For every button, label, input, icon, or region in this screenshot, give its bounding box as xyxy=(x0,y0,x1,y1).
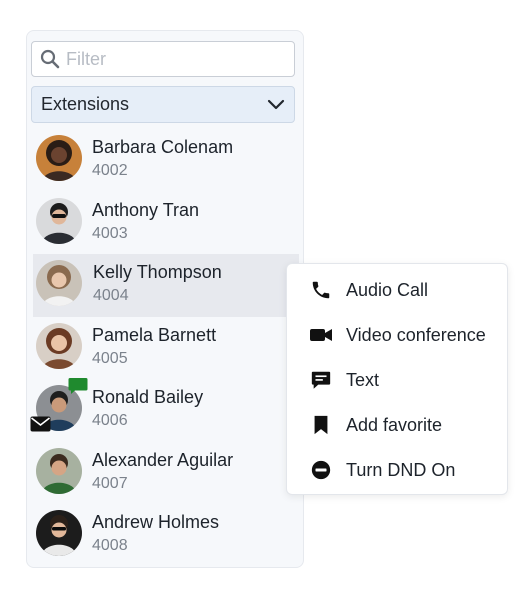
contact-list: Barbara Colenam 4002 Anthony Tran 4003 K… xyxy=(27,129,303,567)
contact-extension: 4006 xyxy=(92,412,128,429)
contact-row[interactable]: Alexander Aguilar 4007 xyxy=(27,442,303,505)
contact-name: Barbara Colenam xyxy=(92,137,234,157)
filter-input[interactable] xyxy=(66,48,276,70)
contact-row-selected[interactable]: Kelly Thompson 4004 xyxy=(33,254,299,317)
avatar xyxy=(36,197,82,244)
phone-icon xyxy=(309,278,333,302)
contact-extension: 4008 xyxy=(92,537,128,554)
contact-row[interactable]: Anthony Tran 4003 xyxy=(27,192,303,255)
menu-item-label: Turn DND On xyxy=(346,459,456,480)
bookmark-icon xyxy=(309,413,333,437)
contact-name: Kelly Thompson xyxy=(93,262,222,282)
chevron-down-icon xyxy=(267,99,285,109)
contact-row[interactable]: Andrew Holmes 4008 xyxy=(27,504,303,567)
message-icon xyxy=(309,368,333,392)
search-icon xyxy=(40,49,60,69)
avatar xyxy=(36,322,82,369)
menu-item-turn-dnd-on[interactable]: Turn DND On xyxy=(287,450,507,490)
chat-presence-icon xyxy=(68,378,88,394)
contact-name: Pamela Barnett xyxy=(92,324,217,345)
menu-item-label: Text xyxy=(346,369,380,390)
contacts-widget: Extensions Barbara Colenam 4002 xyxy=(0,0,525,600)
contact-row[interactable]: Pamela Barnett 4005 xyxy=(27,317,303,380)
filter-field[interactable] xyxy=(31,41,295,77)
video-camera-icon xyxy=(309,323,333,347)
menu-item-text[interactable]: Text xyxy=(287,360,507,400)
contact-row[interactable]: Barbara Colenam 4002 xyxy=(27,129,303,192)
do-not-disturb-icon xyxy=(309,458,333,482)
menu-item-label: Video conference xyxy=(346,324,486,345)
contacts-panel: Extensions Barbara Colenam 4002 xyxy=(26,30,304,568)
contact-extension: 4004 xyxy=(93,287,129,304)
menu-item-audio-call[interactable]: Audio Call xyxy=(287,270,507,310)
contact-name: Anthony Tran xyxy=(92,199,200,220)
menu-item-video-conference[interactable]: Video conference xyxy=(287,315,507,355)
contact-name: Ronald Bailey xyxy=(92,387,204,407)
menu-item-label: Audio Call xyxy=(346,279,429,300)
avatar xyxy=(36,447,82,494)
contact-name: Andrew Holmes xyxy=(92,512,220,532)
avatar xyxy=(36,260,82,306)
contact-name: Alexander Aguilar xyxy=(92,449,234,470)
contact-extension: 4007 xyxy=(92,474,128,492)
menu-item-add-favorite[interactable]: Add favorite xyxy=(287,405,507,445)
avatar xyxy=(36,135,82,181)
dropdown-selected-label: Extensions xyxy=(41,94,130,114)
contact-row[interactable]: Ronald Bailey 4006 xyxy=(27,378,303,442)
menu-item-label: Add favorite xyxy=(346,414,443,435)
extensions-dropdown[interactable]: Extensions xyxy=(31,86,295,123)
avatar xyxy=(36,510,82,556)
contact-extension: 4002 xyxy=(92,162,128,179)
envelope-icon xyxy=(30,416,51,432)
contact-extension: 4005 xyxy=(92,349,128,367)
contact-context-menu: Audio Call Video conference Text Add fav… xyxy=(286,263,508,495)
contact-extension: 4003 xyxy=(92,224,128,242)
